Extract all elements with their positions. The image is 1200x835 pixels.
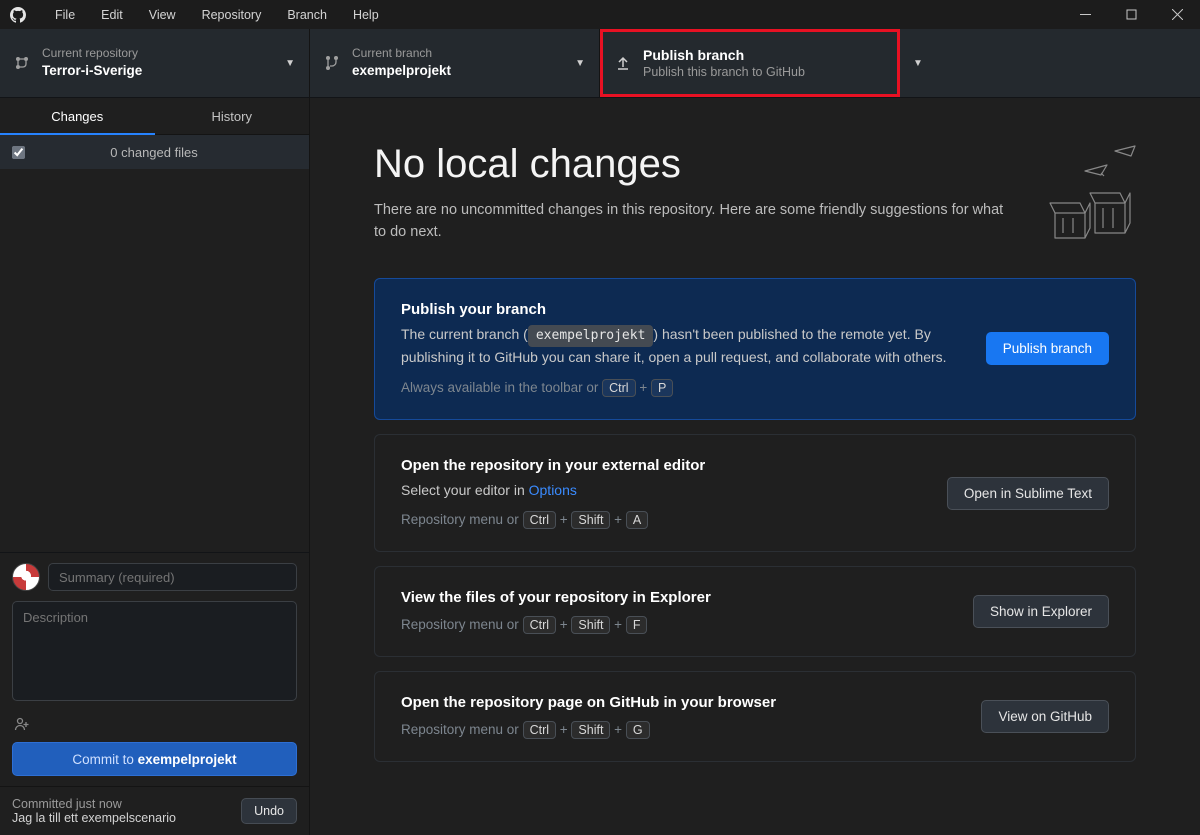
add-coauthor-button[interactable] [12,712,297,742]
changed-files-header: 0 changed files [0,135,309,169]
publish-title: Publish branch [643,46,805,64]
current-repository-dropdown[interactable]: Current repository Terror-i-Sverige ▼ [0,29,310,97]
open-editor-card-hint: Repository menu or Ctrl + Shift + A [401,511,923,529]
commit-box: Commit to exempelprojekt [0,552,309,786]
menu-repository[interactable]: Repository [189,2,275,28]
maximize-button[interactable] [1108,0,1154,29]
chevron-down-icon: ▼ [913,58,923,69]
publish-icon [615,55,633,71]
view-github-card-title: Open the repository page on GitHub in yo… [401,694,957,711]
tab-changes[interactable]: Changes [0,98,155,135]
undo-button[interactable]: Undo [241,798,297,824]
menu-edit[interactable]: Edit [88,2,136,28]
titlebar: File Edit View Repository Branch Help [0,0,1200,29]
minimize-button[interactable] [1062,0,1108,29]
publish-card-title: Publish your branch [401,301,962,318]
menu-file[interactable]: File [42,2,88,28]
content-pane: No local changes There are no uncommitte… [310,98,1200,835]
commit-summary-input[interactable] [48,563,297,591]
chevron-down-icon: ▼ [575,58,585,69]
commit-description-input[interactable] [12,601,297,701]
open-editor-card-title: Open the repository in your external edi… [401,457,923,474]
commit-message: Jag la till ett exempelscenario [12,811,176,825]
menu-branch[interactable]: Branch [274,2,340,28]
menubar: File Edit View Repository Branch Help [42,2,392,28]
repo-label: Current repository [42,46,142,62]
options-link[interactable]: Options [529,482,577,498]
publish-branch-more-dropdown[interactable]: ▼ [900,29,936,97]
publish-branch-card-button[interactable]: Publish branch [986,332,1109,365]
branch-name: exempelprojekt [352,62,451,80]
view-github-card: Open the repository page on GitHub in yo… [374,671,1136,762]
page-subtitle: There are no uncommitted changes in this… [374,199,1014,244]
avatar [12,563,40,591]
close-button[interactable] [1154,0,1200,29]
publish-card-text: The current branch (exempelprojekt) hasn… [401,324,962,369]
publish-subtitle: Publish this branch to GitHub [643,64,805,80]
open-editor-card-text: Select your editor in Options [401,480,923,502]
changed-files-count: 0 changed files [45,145,297,160]
menu-help[interactable]: Help [340,2,392,28]
commit-button[interactable]: Commit to exempelprojekt [12,742,297,776]
commit-time: Committed just now [12,797,176,811]
window-controls [1062,0,1200,29]
repo-name: Terror-i-Sverige [42,62,142,80]
view-github-card-hint: Repository menu or Ctrl + Shift + G [401,721,957,739]
empty-illustration [1015,143,1155,243]
publish-card-hint: Always available in the toolbar or Ctrl … [401,379,962,397]
show-in-explorer-button[interactable]: Show in Explorer [973,595,1109,628]
branch-label: Current branch [352,46,451,62]
toolbar: Current repository Terror-i-Sverige ▼ Cu… [0,29,1200,98]
github-logo-icon [10,7,26,23]
show-explorer-card-title: View the files of your repository in Exp… [401,589,949,606]
select-all-checkbox[interactable] [12,146,25,159]
branch-icon [324,55,342,71]
sidebar: Changes History 0 changed files Commit t… [0,98,310,835]
show-explorer-card-hint: Repository menu or Ctrl + Shift + F [401,616,949,634]
open-editor-card: Open the repository in your external edi… [374,434,1136,553]
publish-branch-button[interactable]: Publish branch Publish this branch to Gi… [600,29,900,97]
tab-history[interactable]: History [155,98,310,135]
view-on-github-button[interactable]: View on GitHub [981,700,1109,733]
repository-icon [14,55,32,71]
branch-chip: exempelprojekt [528,325,654,347]
chevron-down-icon: ▼ [285,58,295,69]
publish-card: Publish your branch The current branch (… [374,278,1136,420]
current-branch-dropdown[interactable]: Current branch exempelprojekt ▼ [310,29,600,97]
menu-view[interactable]: View [136,2,189,28]
open-in-editor-button[interactable]: Open in Sublime Text [947,477,1109,510]
last-commit-bar: Committed just now Jag la till ett exemp… [0,786,309,835]
show-explorer-card: View the files of your repository in Exp… [374,566,1136,657]
